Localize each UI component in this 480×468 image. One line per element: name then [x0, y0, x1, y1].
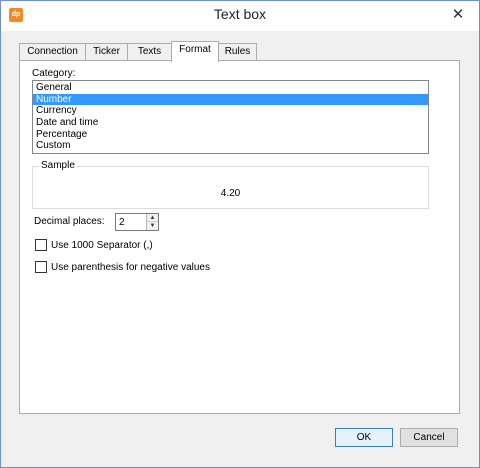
use-separator-checkbox[interactable] — [35, 239, 47, 251]
spin-up-icon[interactable]: ▲ — [146, 214, 158, 222]
window-title: Text box — [213, 6, 267, 22]
decimal-places-stepper: ▲ ▼ — [115, 213, 159, 231]
sample-value: 4.20 — [220, 188, 241, 199]
spin-down-icon[interactable]: ▼ — [146, 222, 158, 230]
use-separator-label: Use 1000 Separator (,) — [51, 240, 153, 251]
tab-connection[interactable]: Connection — [19, 43, 86, 61]
category-item-custom[interactable]: Custom — [33, 140, 428, 152]
tab-format[interactable]: Format — [171, 41, 219, 62]
tab-rules[interactable]: Rules — [218, 43, 257, 61]
sample-group: Sample 4.20 — [32, 160, 429, 209]
category-item-date-and-time[interactable]: Date and time — [33, 117, 428, 129]
close-icon[interactable]: ✕ — [447, 5, 469, 25]
category-item-number[interactable]: Number — [33, 93, 428, 106]
category-item-general[interactable]: General — [33, 82, 428, 94]
sample-title: Sample — [39, 160, 77, 171]
tab-texts[interactable]: Texts — [127, 43, 172, 61]
ok-button[interactable]: OK — [335, 428, 393, 447]
format-panel: Category: General Number Currency Date a… — [19, 60, 460, 414]
negative-parens-label: Use parenthesis for negative values — [51, 262, 210, 273]
title-bar: dp Text box ✕ — [1, 1, 479, 31]
dialog-window: dp Text box ✕ Connection Ticker Texts Fo… — [0, 0, 480, 468]
category-list[interactable]: General Number Currency Date and time Pe… — [32, 80, 429, 154]
decimal-places-label: Decimal places: — [34, 216, 105, 227]
decimal-places-input[interactable] — [116, 214, 146, 230]
negative-parens-checkbox[interactable] — [35, 261, 47, 273]
tab-ticker[interactable]: Ticker — [85, 43, 128, 61]
cancel-button[interactable]: Cancel — [400, 428, 458, 447]
category-label: Category: — [32, 68, 76, 79]
category-item-percentage[interactable]: Percentage — [33, 129, 428, 141]
category-item-currency[interactable]: Currency — [33, 105, 428, 117]
